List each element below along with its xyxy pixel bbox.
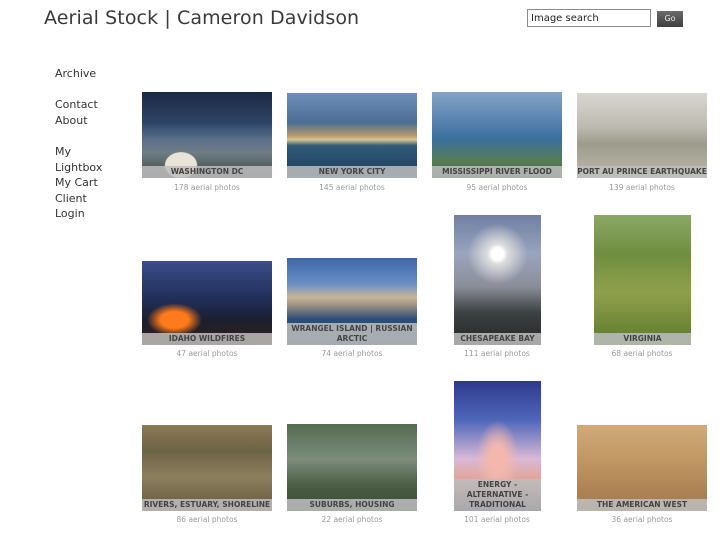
nav-about[interactable]: About: [55, 113, 102, 129]
gallery-title: SUBURBS, HOUSING: [287, 499, 417, 511]
gallery-count: 178 aerial photos: [174, 183, 240, 192]
gallery-thumbnail[interactable]: [454, 215, 541, 345]
nav-gap: [55, 82, 102, 98]
gallery-tile-new-york-city[interactable]: NEW YORK CITY: [287, 93, 417, 178]
gallery-tile-rivers-estuary[interactable]: RIVERS, ESTUARY, SHORELINE: [142, 425, 272, 511]
gallery-title: WASHINGTON DC: [142, 166, 272, 178]
gallery-count: 22 aerial photos: [321, 515, 383, 524]
gallery-tile-port-au-prince[interactable]: PORT AU PRINCE EARTHQUAKE: [577, 93, 707, 178]
gallery-title: THE AMERICAN WEST: [577, 499, 707, 511]
gallery-title: MISSISSIPPI RIVER FLOOD: [432, 166, 562, 178]
gallery-tile-idaho-wildfires[interactable]: IDAHO WILDFIRES: [142, 261, 272, 345]
gallery-title: ENERGY - ALTERNATIVE - TRADITIONAL: [454, 479, 541, 511]
gallery-tile-suburbs-housing[interactable]: SUBURBS, HOUSING: [287, 424, 417, 511]
gallery-title: RIVERS, ESTUARY, SHORELINE: [142, 499, 272, 511]
nav-contact[interactable]: Contact: [55, 97, 102, 113]
gallery-title: VIRGINIA: [594, 333, 691, 345]
gallery-count: 74 aerial photos: [321, 349, 383, 358]
gallery-count: 101 aerial photos: [464, 515, 530, 524]
gallery-count: 111 aerial photos: [464, 349, 530, 358]
nav-lightbox[interactable]: Lightbox: [55, 160, 102, 176]
gallery-count: 68 aerial photos: [611, 349, 673, 358]
gallery-tile-washington-dc[interactable]: WASHINGTON DC: [142, 92, 272, 178]
gallery-title: CHESAPEAKE BAY: [454, 333, 541, 345]
gallery-count: 95 aerial photos: [466, 183, 528, 192]
search-go-button[interactable]: Go: [657, 11, 683, 27]
gallery-count: 36 aerial photos: [611, 515, 673, 524]
site-title[interactable]: Aerial Stock | Cameron Davidson: [44, 7, 359, 29]
nav-client[interactable]: Client: [55, 191, 102, 207]
gallery-title: WRANGEL ISLAND | RUSSIAN ARCTIC: [287, 323, 417, 345]
gallery-tile-chesapeake-bay[interactable]: CHESAPEAKE BAY: [454, 215, 541, 345]
nav-gap: [55, 128, 102, 144]
gallery-thumbnail[interactable]: [594, 215, 691, 345]
gallery-title: PORT AU PRINCE EARTHQUAKE: [577, 166, 707, 178]
search-input[interactable]: [527, 9, 651, 27]
nav-my[interactable]: My: [55, 144, 102, 160]
gallery-tile-mississippi-river-flood[interactable]: MISSISSIPPI RIVER FLOOD: [432, 92, 562, 178]
gallery-tile-wrangel-island[interactable]: WRANGEL ISLAND | RUSSIAN ARCTIC: [287, 258, 417, 345]
main-nav: Archive Contact About My Lightbox My Car…: [55, 66, 102, 222]
gallery-count: 47 aerial photos: [176, 349, 238, 358]
gallery-title: NEW YORK CITY: [287, 166, 417, 178]
gallery-tile-american-west[interactable]: THE AMERICAN WEST: [577, 425, 707, 511]
gallery-count: 139 aerial photos: [609, 183, 675, 192]
gallery-tile-energy[interactable]: ENERGY - ALTERNATIVE - TRADITIONAL: [454, 381, 541, 511]
nav-archive[interactable]: Archive: [55, 66, 102, 82]
nav-my-cart[interactable]: My Cart: [55, 175, 102, 191]
gallery-count: 86 aerial photos: [176, 515, 238, 524]
gallery-thumbnail[interactable]: [287, 424, 417, 511]
nav-login[interactable]: Login: [55, 206, 102, 222]
gallery-title: IDAHO WILDFIRES: [142, 333, 272, 345]
gallery-tile-virginia[interactable]: VIRGINIA: [594, 215, 691, 345]
gallery-count: 145 aerial photos: [319, 183, 385, 192]
